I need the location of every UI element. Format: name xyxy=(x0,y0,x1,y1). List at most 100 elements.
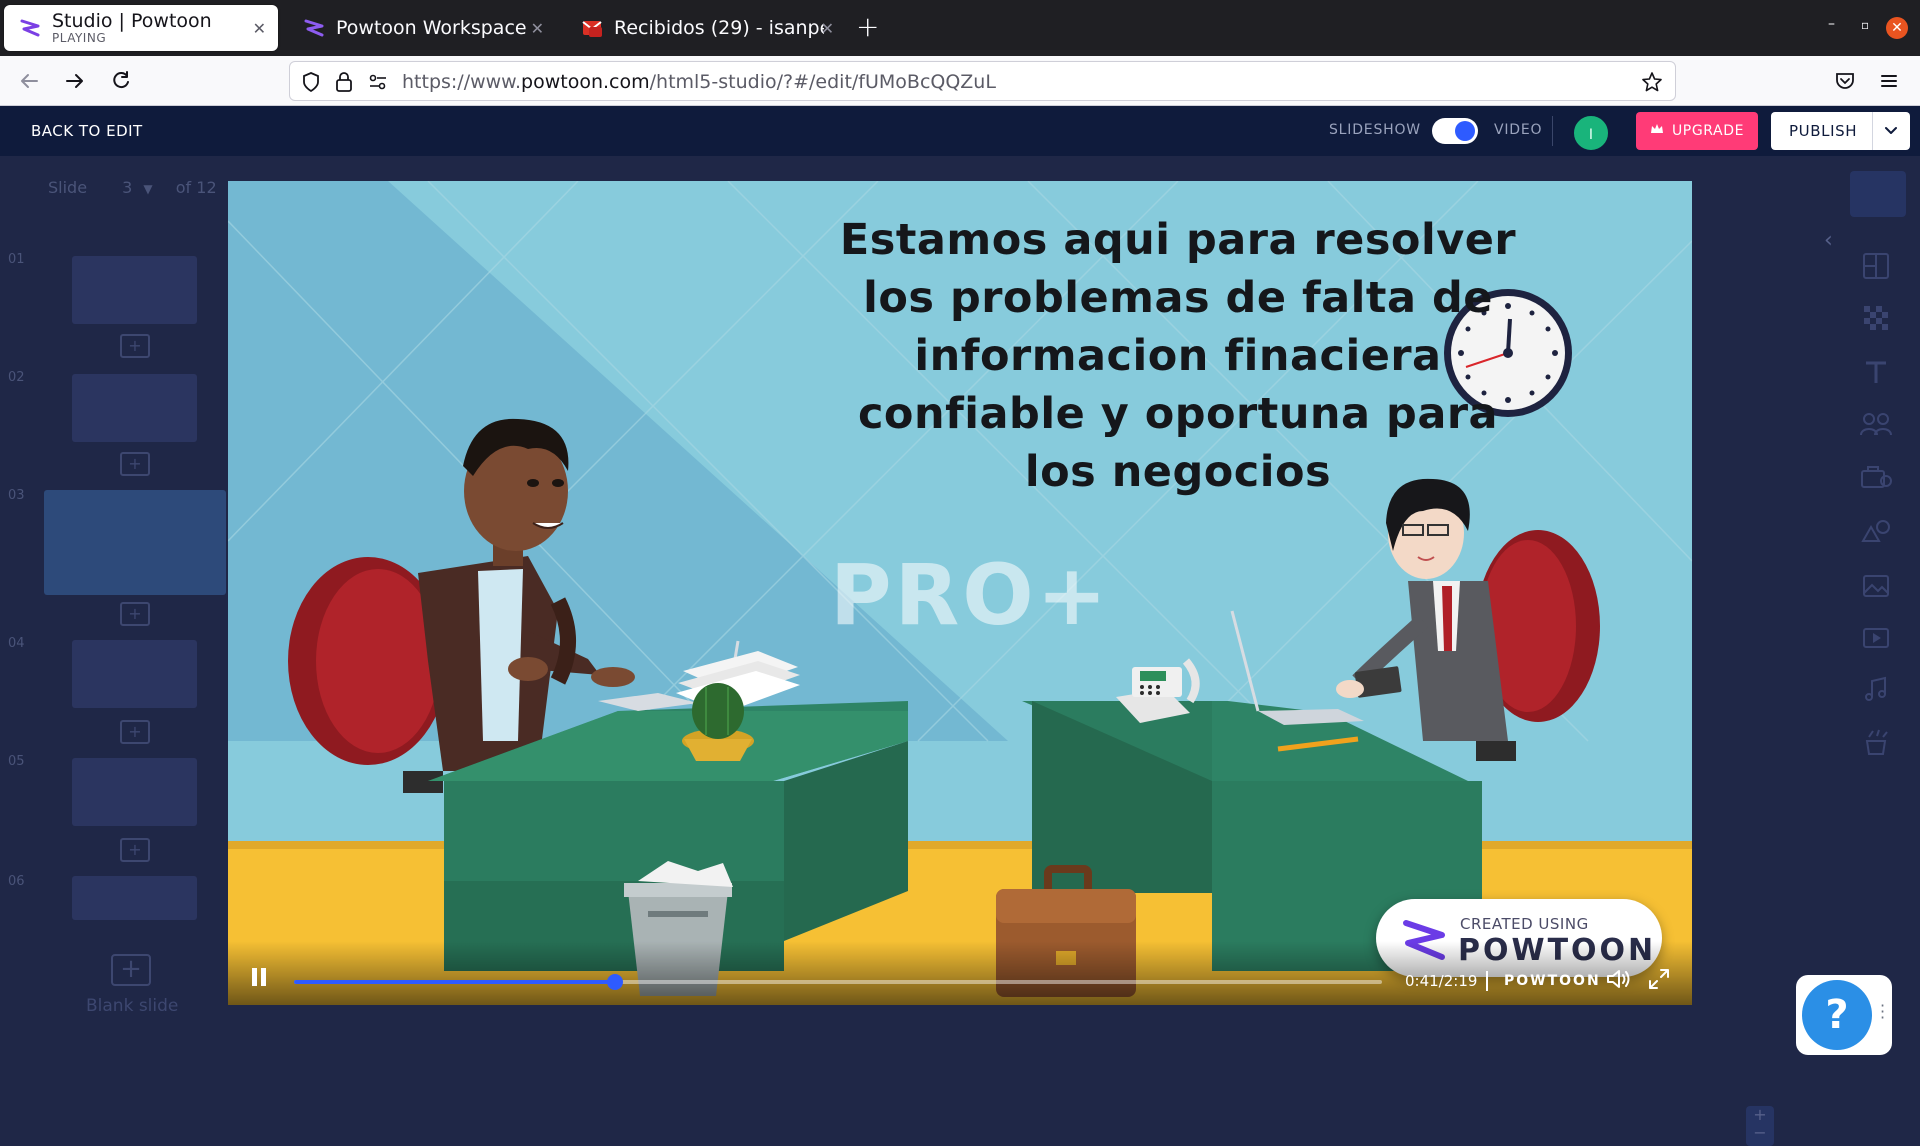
slide-thumbnail[interactable] xyxy=(72,876,197,920)
effects-icon[interactable] xyxy=(1858,724,1894,760)
upgrade-label: UPGRADE xyxy=(1671,123,1745,139)
slide-number: 05 xyxy=(8,754,25,769)
slide-number: 03 xyxy=(8,488,25,503)
progress-fill xyxy=(294,980,615,984)
help-button[interactable]: ? · · · xyxy=(1796,975,1892,1055)
music-icon[interactable] xyxy=(1858,672,1894,708)
slide-thumbnail[interactable] xyxy=(72,374,197,442)
zoom-control[interactable]: + − xyxy=(1746,1106,1774,1146)
slide-thumbnail-current[interactable] xyxy=(44,490,226,595)
tab-subtitle: PLAYING xyxy=(52,30,107,45)
character-avatar[interactable] xyxy=(1850,171,1906,217)
add-slide-icon[interactable]: + xyxy=(120,602,150,626)
blank-slide-button[interactable]: + xyxy=(111,954,151,986)
slide-thumbnail[interactable] xyxy=(72,640,197,708)
url-bar[interactable]: https://www.powtoon.com/html5-studio/?#/… xyxy=(289,61,1676,101)
slideshow-label[interactable]: SLIDESHOW xyxy=(1329,122,1421,138)
images-icon[interactable] xyxy=(1858,568,1894,604)
browser-tabbar: Studio | Powtoon PLAYING ✕ Powtoon Works… xyxy=(0,0,1920,56)
slide-number: 01 xyxy=(8,252,25,267)
chevron-left-icon[interactable]: ‹ xyxy=(1824,228,1833,253)
shapes-icon[interactable] xyxy=(1858,512,1894,548)
powtoon-favicon-icon xyxy=(16,14,44,42)
video-icon[interactable] xyxy=(1858,620,1894,656)
lock-icon[interactable] xyxy=(334,71,354,97)
slide-thumbnail[interactable] xyxy=(72,758,197,826)
pro-watermark: PRO+ xyxy=(830,546,1111,644)
slide-number: 06 xyxy=(8,874,25,889)
slide-label: Slide xyxy=(48,178,88,197)
minimize-icon[interactable]: – xyxy=(1828,16,1835,32)
player-controls: 0:41/2:19 POWTOON xyxy=(228,941,1692,1005)
reload-icon[interactable] xyxy=(106,66,136,96)
add-slide-icon[interactable]: + xyxy=(120,838,150,862)
crown-icon xyxy=(1650,123,1664,139)
close-icon[interactable]: ✕ xyxy=(531,19,544,38)
tab-title: Powtoon Workspace xyxy=(336,17,527,39)
text-icon[interactable] xyxy=(1858,354,1894,390)
restore-icon[interactable]: ▫ xyxy=(1861,18,1869,32)
close-icon[interactable]: ✕ xyxy=(253,19,266,38)
add-slide-icon[interactable]: + xyxy=(120,452,150,476)
slide-number: 04 xyxy=(8,636,25,651)
badge-caption: CREATED USING xyxy=(1460,915,1589,933)
pocket-icon[interactable] xyxy=(1830,66,1860,96)
new-tab-button[interactable]: + xyxy=(856,10,879,43)
chevron-down-icon[interactable] xyxy=(1881,120,1901,144)
tab-studio[interactable]: Studio | Powtoon PLAYING ✕ xyxy=(4,5,278,51)
add-slide-icon[interactable]: + xyxy=(120,334,150,358)
time-display: 0:41/2:19 xyxy=(1405,972,1478,990)
publish-button[interactable]: PUBLISH xyxy=(1771,112,1910,150)
slide-count: of 12 xyxy=(175,178,217,197)
pause-icon[interactable] xyxy=(250,967,268,993)
video-label[interactable]: VIDEO xyxy=(1494,122,1542,138)
url-host: powtoon.com xyxy=(521,71,650,93)
slide-select[interactable]: 3 xyxy=(122,178,132,197)
header-divider xyxy=(1552,116,1553,146)
browser-navbar: https://www.powtoon.com/html5-studio/?#/… xyxy=(0,56,1920,106)
gmail-favicon-icon xyxy=(578,14,606,42)
progress-handle[interactable] xyxy=(606,974,623,990)
app-header: BACK TO EDIT SLIDESHOW VIDEO I UPGRADE P… xyxy=(0,106,1920,156)
avatar[interactable]: I xyxy=(1572,114,1610,152)
tab-title: Studio | Powtoon xyxy=(52,9,212,32)
tab-title: Recibidos (29) - isanpe@g xyxy=(614,17,824,39)
video-player[interactable]: Estamos aqui para resolver los problemas… xyxy=(228,181,1692,1005)
tab-gmail[interactable]: Recibidos (29) - isanpe@g ✕ xyxy=(566,5,836,51)
back-to-edit-button[interactable]: BACK TO EDIT xyxy=(31,122,143,140)
back-arrow-icon[interactable] xyxy=(14,66,44,96)
powtoon-favicon-icon xyxy=(300,14,328,42)
add-slide-icon[interactable]: + xyxy=(120,720,150,744)
background-icon[interactable] xyxy=(1858,300,1894,336)
characters-icon[interactable] xyxy=(1858,406,1894,442)
blank-slide-label[interactable]: Blank slide xyxy=(86,996,178,1016)
publish-label: PUBLISH xyxy=(1789,122,1858,140)
close-icon[interactable]: ✕ xyxy=(821,19,834,38)
slide-thumbnail[interactable] xyxy=(72,256,197,324)
mode-toggle[interactable] xyxy=(1432,118,1478,144)
controls-divider xyxy=(1486,971,1488,991)
shield-icon[interactable] xyxy=(300,71,322,97)
slide-number: 02 xyxy=(8,370,25,385)
help-icon[interactable]: ? xyxy=(1802,980,1872,1050)
bookmark-star-icon[interactable] xyxy=(1641,71,1663,97)
progress-bar[interactable] xyxy=(294,974,1382,990)
window-close-icon[interactable]: ✕ xyxy=(1886,17,1908,39)
volume-icon[interactable] xyxy=(1606,968,1632,994)
fullscreen-icon[interactable] xyxy=(1648,968,1670,994)
upgrade-button[interactable]: UPGRADE xyxy=(1636,112,1758,150)
props-icon[interactable] xyxy=(1858,458,1894,494)
powtoon-brand[interactable]: POWTOON xyxy=(1504,973,1601,989)
layout-icon[interactable] xyxy=(1858,248,1894,284)
menu-icon[interactable] xyxy=(1874,66,1904,96)
url-path: /html5-studio/?#/edit/fUMoBcQQZuL xyxy=(649,71,996,93)
forward-arrow-icon[interactable] xyxy=(60,66,90,96)
slide-headline: Estamos aqui para resolver los problemas… xyxy=(839,215,1517,497)
publish-divider xyxy=(1872,112,1873,150)
slide-navigator: Slide 3 ▼ of 12 xyxy=(48,178,217,197)
tab-workspace[interactable]: Powtoon Workspace ✕ xyxy=(288,5,556,51)
url-text[interactable]: https://www.powtoon.com/html5-studio/?#/… xyxy=(402,71,996,93)
permissions-icon[interactable] xyxy=(368,73,388,95)
chevron-down-icon[interactable]: ▼ xyxy=(143,182,152,196)
drag-handle-icon[interactable]: · · · xyxy=(1880,998,1885,1026)
